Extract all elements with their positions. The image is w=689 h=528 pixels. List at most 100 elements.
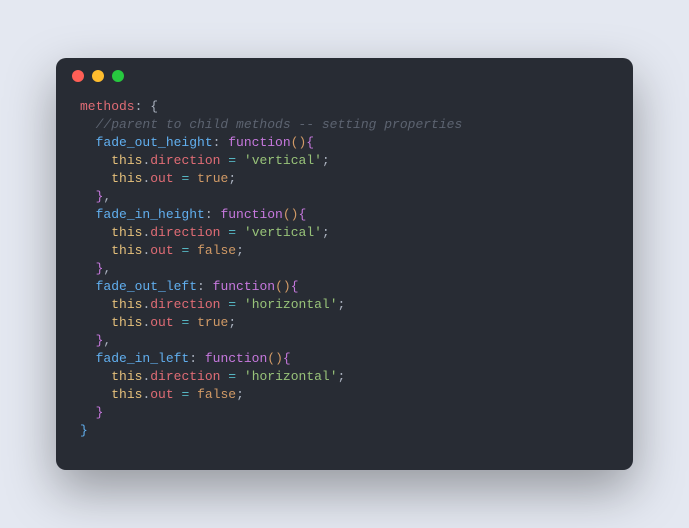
code-token: out — [150, 387, 173, 402]
code-token — [236, 225, 244, 240]
code-token: direction — [150, 369, 220, 384]
code-token: } — [96, 405, 104, 420]
code-token: { — [298, 207, 306, 222]
code-token: : { — [135, 99, 158, 114]
code-token: ( — [275, 279, 283, 294]
code-token: { — [291, 279, 299, 294]
code-token: true — [197, 171, 228, 186]
code-token: ( — [267, 351, 275, 366]
minimize-dot[interactable] — [92, 70, 104, 82]
code-token: { — [306, 135, 314, 150]
code-token: methods — [80, 99, 135, 114]
code-token — [80, 171, 111, 186]
code-token: true — [197, 315, 228, 330]
code-token: : — [197, 279, 213, 294]
code-token: , — [103, 333, 111, 348]
code-token: ; — [338, 297, 346, 312]
code-token: function — [220, 207, 282, 222]
code-token: function — [228, 135, 290, 150]
maximize-dot[interactable] — [112, 70, 124, 82]
code-token: 'horizontal' — [244, 297, 338, 312]
code-token — [80, 189, 96, 204]
code-line: }, — [80, 260, 609, 278]
code-token — [80, 243, 111, 258]
code-line: this.out = false; — [80, 386, 609, 404]
code-token: fade_out_height — [96, 135, 213, 150]
code-token — [189, 387, 197, 402]
code-token: direction — [150, 225, 220, 240]
code-token: = — [228, 297, 236, 312]
code-token: ; — [236, 243, 244, 258]
code-token — [80, 351, 96, 366]
code-token — [80, 279, 96, 294]
code-token — [80, 207, 96, 222]
code-token — [80, 387, 111, 402]
code-line: this.out = true; — [80, 314, 609, 332]
code-token: this — [111, 369, 142, 384]
code-token: : — [189, 351, 205, 366]
code-line: this.out = true; — [80, 170, 609, 188]
code-window: methods: { //parent to child methods -- … — [56, 58, 633, 470]
code-token: ; — [228, 315, 236, 330]
close-dot[interactable] — [72, 70, 84, 82]
code-token — [236, 369, 244, 384]
code-token — [236, 297, 244, 312]
code-token: { — [283, 351, 291, 366]
code-token: fade_in_left — [96, 351, 190, 366]
code-token: ; — [322, 225, 330, 240]
code-token: this — [111, 171, 142, 186]
code-line: //parent to child methods -- setting pro… — [80, 116, 609, 134]
code-token: function — [213, 279, 275, 294]
code-token — [80, 369, 111, 384]
code-token: this — [111, 153, 142, 168]
code-token — [80, 405, 96, 420]
code-token: 'horizontal' — [244, 369, 338, 384]
code-token: ( — [283, 207, 291, 222]
code-line: this.direction = 'vertical'; — [80, 152, 609, 170]
code-token: : — [205, 207, 221, 222]
code-token: } — [80, 423, 88, 438]
code-token: ; — [338, 369, 346, 384]
code-token: fade_out_left — [96, 279, 197, 294]
code-line: fade_in_height: function(){ — [80, 206, 609, 224]
code-token: false — [197, 243, 236, 258]
code-line: } — [80, 422, 609, 440]
code-token: this — [111, 225, 142, 240]
code-token — [80, 135, 96, 150]
code-line: }, — [80, 332, 609, 350]
code-token: this — [111, 297, 142, 312]
code-token: this — [111, 387, 142, 402]
code-token — [189, 243, 197, 258]
code-token: direction — [150, 297, 220, 312]
code-token: ; — [322, 153, 330, 168]
code-token: ; — [228, 171, 236, 186]
code-token: ) — [275, 351, 283, 366]
code-line: this.direction = 'vertical'; — [80, 224, 609, 242]
code-token — [80, 153, 111, 168]
code-token: , — [103, 261, 111, 276]
code-token: out — [150, 315, 173, 330]
code-line: this.direction = 'horizontal'; — [80, 368, 609, 386]
code-token: function — [205, 351, 267, 366]
code-token: this — [111, 315, 142, 330]
code-line: }, — [80, 188, 609, 206]
code-token: fade_in_height — [96, 207, 205, 222]
code-token — [80, 315, 111, 330]
code-token — [236, 153, 244, 168]
code-token: , — [103, 189, 111, 204]
code-line: methods: { — [80, 98, 609, 116]
code-token: 'vertical' — [244, 225, 322, 240]
code-token — [80, 297, 111, 312]
code-token: : — [213, 135, 229, 150]
code-token — [189, 171, 197, 186]
code-token: ; — [236, 387, 244, 402]
code-token — [189, 315, 197, 330]
window-titlebar — [56, 58, 633, 94]
code-token: this — [111, 243, 142, 258]
code-token: false — [197, 387, 236, 402]
code-line: fade_out_left: function(){ — [80, 278, 609, 296]
code-token — [80, 333, 96, 348]
code-token: = — [228, 225, 236, 240]
code-line: fade_in_left: function(){ — [80, 350, 609, 368]
code-token: //parent to child methods -- setting pro… — [80, 117, 462, 132]
